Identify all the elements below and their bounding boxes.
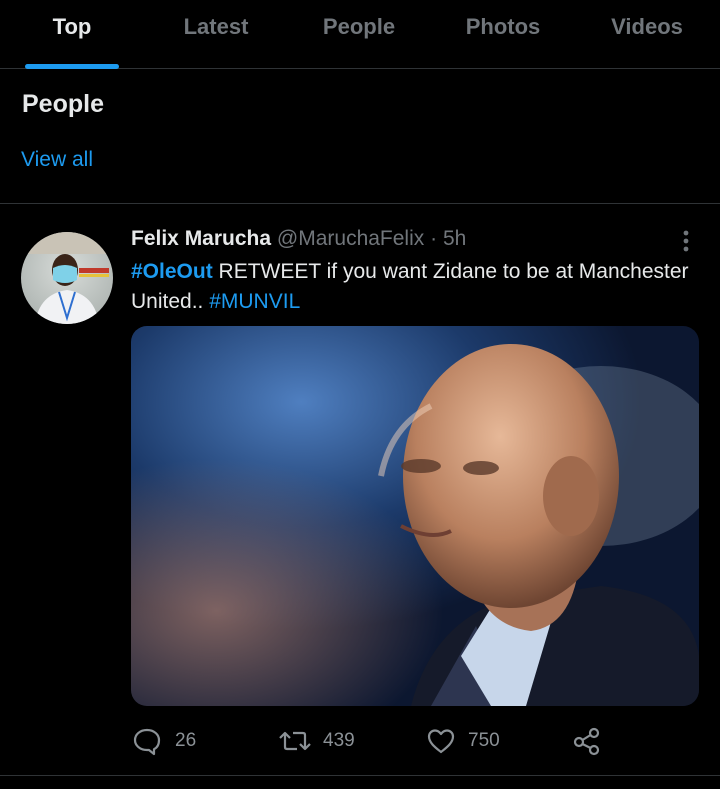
view-all-link[interactable]: View all [21,148,93,172]
author-handle[interactable]: @MaruchaFelix [277,227,424,250]
heart-icon [427,729,455,754]
hashtag-link[interactable]: #OleOut [131,260,213,283]
tab-videos[interactable]: Videos [575,0,719,68]
tweet-divider [0,775,720,776]
tweet-timestamp[interactable]: 5h [443,227,466,250]
tab-people-label: People [322,14,396,39]
reply-count: 26 [175,730,197,751]
author-name[interactable]: Felix Marucha [131,227,271,250]
more-options-button[interactable] [672,228,700,254]
speech-bubble-icon [133,728,161,756]
reply-button[interactable]: 26 [132,724,212,758]
tab-photos[interactable]: Photos [431,0,575,68]
tab-top[interactable]: Top [0,0,144,69]
retweet-icon [279,731,311,751]
retweet-count: 439 [323,730,355,751]
vertical-dots-icon [683,230,689,252]
people-section-title: People [22,90,104,118]
like-count: 750 [468,730,500,751]
tweet-photo[interactable] [131,326,699,706]
tab-latest-label: Latest [183,14,249,39]
tweet-text: #OleOut RETWEET if you want Zidane to be… [131,257,691,317]
tab-photos-label: Photos [465,14,541,39]
tab-videos-label: Videos [611,14,683,39]
like-button[interactable]: 750 [426,724,516,758]
hashtag-link[interactable]: #MUNVIL [209,290,300,313]
tab-people[interactable]: People [287,0,431,68]
tweet-header: Felix Marucha @MaruchaFelix · 5h [131,227,466,251]
search-tabs: Top Latest People Photos Videos [0,0,720,69]
share-nodes-icon [573,727,600,756]
avatar[interactable] [21,232,113,324]
share-button[interactable] [572,724,604,758]
section-divider [0,203,720,204]
retweet-button[interactable]: 439 [278,724,368,758]
active-tab-indicator [25,64,119,69]
tab-top-label: Top [52,14,92,39]
tab-latest[interactable]: Latest [144,0,288,68]
header-separator: · [430,227,438,250]
